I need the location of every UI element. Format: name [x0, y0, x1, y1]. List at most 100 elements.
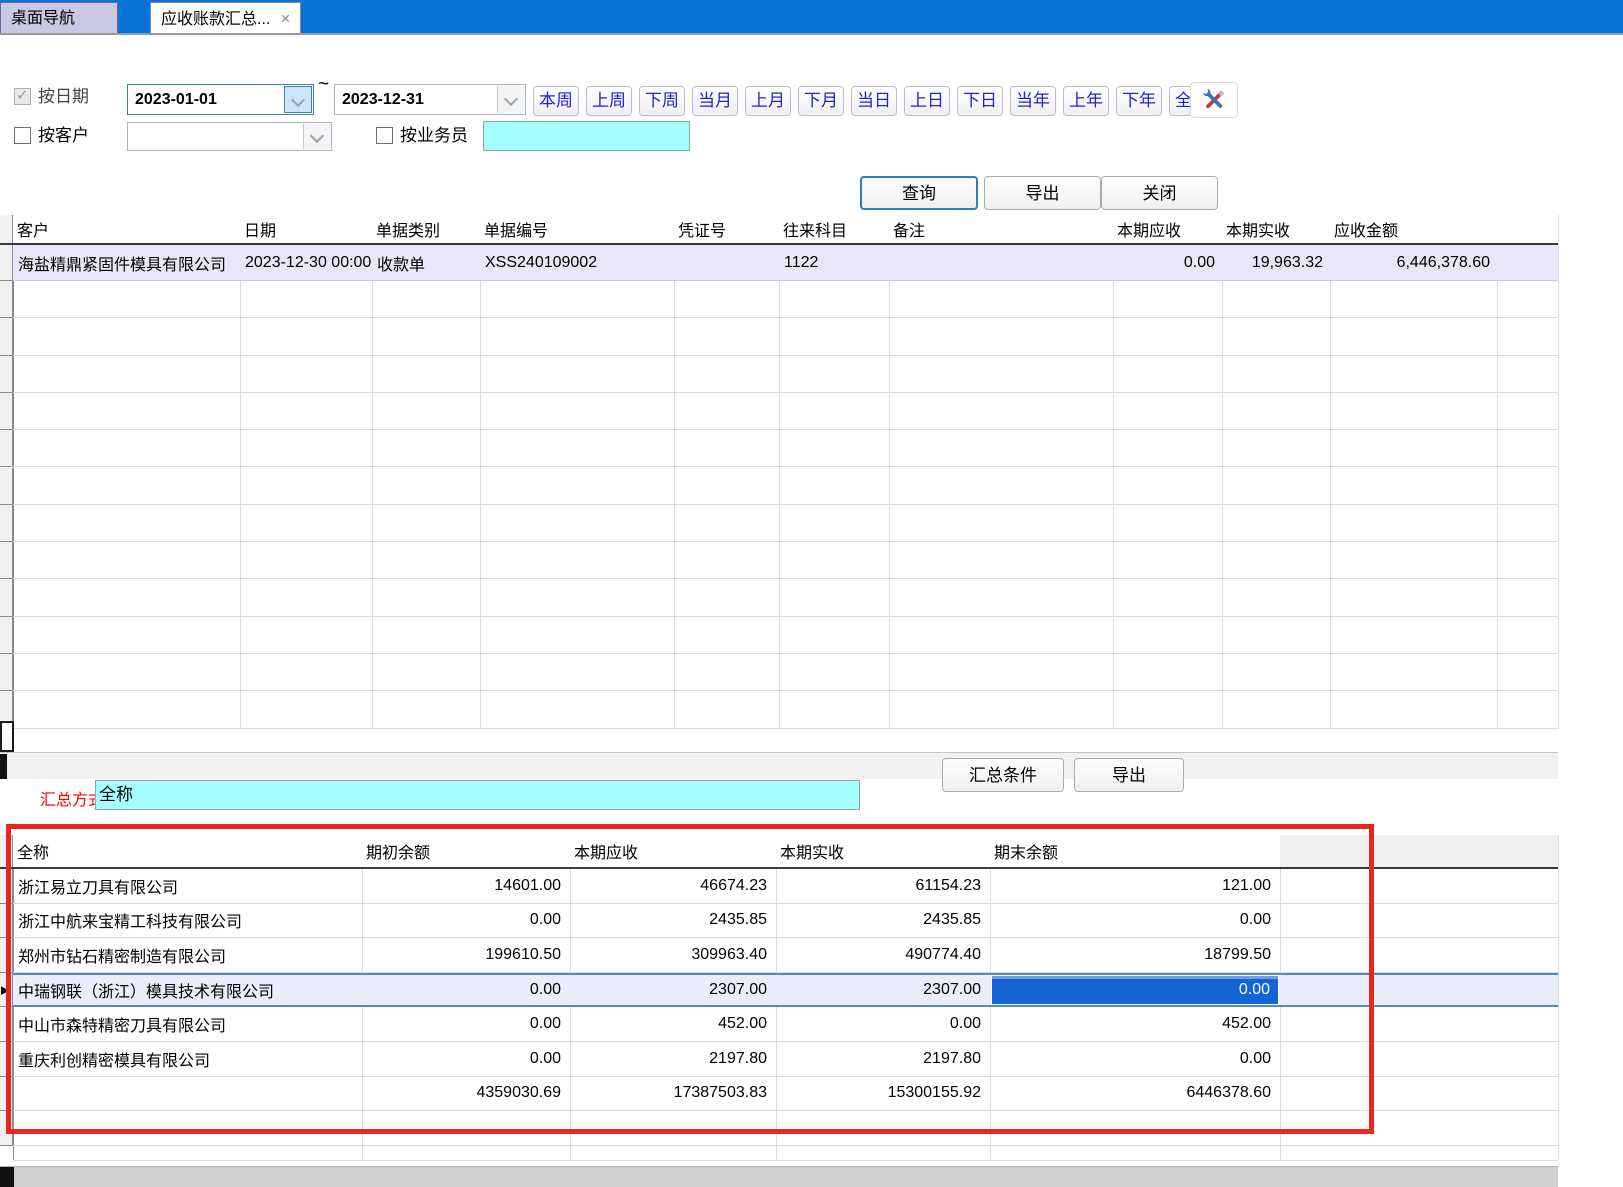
summary-row[interactable]: 浙江易立刀具有限公司14601.0046674.2361154.23121.00: [13, 869, 1558, 904]
summary-cell[interactable]: 0.00: [363, 1007, 569, 1041]
column-header[interactable]: 客户: [17, 215, 236, 243]
tab-desktop-nav[interactable]: 桌面导航: [0, 2, 118, 33]
row-header-cell[interactable]: [0, 1042, 13, 1077]
summary-cell[interactable]: 郑州市钻石精密制造有限公司: [14, 938, 361, 972]
detail-cell[interactable]: 6,446,378.60: [1331, 245, 1496, 280]
summary-cell[interactable]: 重庆利创精密模具有限公司: [14, 1042, 361, 1076]
column-header[interactable]: 本期应收: [574, 835, 772, 867]
summary-cell[interactable]: 452.00: [571, 1007, 775, 1041]
quick-range-button[interactable]: 下周: [639, 86, 685, 116]
row-header-cell[interactable]: [0, 245, 13, 281]
summary-cell[interactable]: 309963.40: [571, 938, 775, 972]
date-to-dropdown-button[interactable]: [497, 86, 524, 113]
column-header[interactable]: 本期实收: [780, 835, 986, 867]
tab-receivable-summary[interactable]: 应收账款汇总...×: [150, 2, 301, 33]
by-date-checkbox[interactable]: ✓: [14, 88, 31, 105]
summary-row[interactable]: 重庆利创精密模具有限公司0.002197.802197.800.00: [13, 1042, 1558, 1077]
export-button[interactable]: 导出: [984, 176, 1101, 210]
summary-condition-button[interactable]: 汇总条件: [942, 758, 1064, 792]
quick-range-button[interactable]: 上月: [745, 86, 791, 116]
row-header-cell[interactable]: [0, 393, 13, 430]
column-header[interactable]: 往来科目: [783, 215, 885, 243]
summary-cell[interactable]: 浙江中航来宝精工科技有限公司: [14, 904, 361, 938]
quick-range-button[interactable]: 本周: [533, 86, 579, 116]
close-button[interactable]: 关闭: [1101, 176, 1218, 210]
quick-range-button[interactable]: 下月: [798, 86, 844, 116]
tab-close-icon[interactable]: ×: [280, 9, 290, 28]
summary-row[interactable]: 中瑞钢联（浙江）模具技术有限公司0.002307.002307.000.00: [13, 973, 1558, 1008]
summary-cell[interactable]: 2307.00: [777, 975, 989, 1006]
customer-combobox[interactable]: [127, 122, 332, 151]
quick-range-button[interactable]: 上周: [586, 86, 632, 116]
summary-cell[interactable]: 2307.00: [571, 975, 775, 1006]
detail-row[interactable]: 海盐精鼎紧固件模具有限公司2023-12-30 00:00收款单XSS24010…: [13, 245, 1558, 281]
scrollbar-thumb[interactable]: [0, 754, 7, 779]
date-from-combobox[interactable]: 2023-01-01: [127, 84, 314, 115]
row-header-cell[interactable]: [0, 468, 13, 505]
detail-cell[interactable]: 0.00: [1114, 245, 1221, 280]
summary-cell[interactable]: 2435.85: [571, 904, 775, 938]
summary-cell[interactable]: 0.00: [363, 904, 569, 938]
column-header[interactable]: 全称: [17, 835, 358, 867]
quick-range-button[interactable]: 下年: [1116, 86, 1162, 116]
row-header-cell[interactable]: [0, 542, 13, 579]
detail-cell[interactable]: [675, 245, 778, 280]
row-header-cell[interactable]: [0, 505, 13, 542]
column-header[interactable]: 期初余额: [366, 835, 566, 867]
summary-cell[interactable]: 18799.50: [991, 938, 1279, 972]
summary-cell[interactable]: 2197.80: [777, 1042, 989, 1076]
summary-row[interactable]: 中山市森特精密刀具有限公司0.00452.000.00452.00: [13, 1007, 1558, 1042]
row-header-cell[interactable]: [0, 579, 13, 616]
row-header-cell[interactable]: [0, 938, 13, 973]
summary-cell[interactable]: 121.00: [991, 869, 1279, 903]
quick-range-button[interactable]: 下日: [957, 86, 1003, 116]
salesman-input[interactable]: [483, 121, 690, 151]
detail-cell[interactable]: XSS240109002: [481, 245, 673, 280]
row-header-cell[interactable]: [0, 617, 13, 654]
column-header[interactable]: 本期实收: [1226, 215, 1326, 243]
summary-cell[interactable]: 0.00: [363, 1042, 569, 1076]
detail-cell[interactable]: 收款单: [373, 245, 479, 280]
column-header[interactable]: 备注: [893, 215, 1109, 243]
scrollbar-thumb[interactable]: [0, 1167, 14, 1187]
column-header[interactable]: 应收金额: [1334, 215, 1493, 243]
detail-cell[interactable]: [890, 245, 1112, 280]
row-header-cell[interactable]: [0, 318, 13, 355]
column-header[interactable]: 期末余额: [994, 835, 1276, 867]
summary-cell[interactable]: 61154.23: [777, 869, 989, 903]
summary-cell[interactable]: 中山市森特精密刀具有限公司: [14, 1007, 361, 1041]
summary-cell[interactable]: 0.00: [991, 904, 1279, 938]
summary-cell[interactable]: 14601.00: [363, 869, 569, 903]
row-header-cell[interactable]: [0, 1077, 13, 1112]
summary-cell[interactable]: 中瑞钢联（浙江）模具技术有限公司: [14, 975, 361, 1006]
detail-cell[interactable]: 19,963.32: [1223, 245, 1329, 280]
quick-range-button[interactable]: 当日: [851, 86, 897, 116]
row-header-cell[interactable]: [0, 869, 13, 904]
summary-export-button[interactable]: 导出: [1074, 758, 1184, 792]
detail-cell[interactable]: 海盐精鼎紧固件模具有限公司: [14, 245, 239, 280]
summary-cell[interactable]: 199610.50: [363, 938, 569, 972]
summary-row[interactable]: 郑州市钻石精密制造有限公司199610.50309963.40490774.40…: [13, 938, 1558, 973]
summary-cell[interactable]: 0.00: [777, 1007, 989, 1041]
row-header-cell[interactable]: [0, 1111, 13, 1146]
row-header-cell[interactable]: [0, 430, 13, 467]
summary-cell[interactable]: 2435.85: [777, 904, 989, 938]
row-header-cell[interactable]: [0, 356, 13, 393]
summary-cell[interactable]: 2197.80: [571, 1042, 775, 1076]
row-header-cell[interactable]: [0, 1007, 13, 1042]
date-to-combobox[interactable]: 2023-12-31: [334, 84, 526, 115]
column-header[interactable]: 本期应收: [1117, 215, 1218, 243]
date-tools-button[interactable]: [1190, 82, 1238, 118]
date-from-dropdown-button[interactable]: [284, 86, 312, 113]
by-customer-checkbox[interactable]: [14, 127, 31, 144]
summary-cell[interactable]: 0.00: [991, 975, 1279, 1006]
row-header-cell[interactable]: [0, 904, 13, 939]
summary-cell[interactable]: 452.00: [991, 1007, 1279, 1041]
summary-cell[interactable]: 浙江易立刀具有限公司: [14, 869, 361, 903]
summary-row[interactable]: 浙江中航来宝精工科技有限公司0.002435.852435.850.00: [13, 904, 1558, 939]
summary-grid-hscrollbar[interactable]: [0, 1166, 1558, 1187]
column-header[interactable]: 单据类别: [376, 215, 476, 243]
summary-cell[interactable]: 46674.23: [571, 869, 775, 903]
summary-cell[interactable]: 0.00: [363, 975, 569, 1006]
quick-range-button[interactable]: 当年: [1010, 86, 1056, 116]
